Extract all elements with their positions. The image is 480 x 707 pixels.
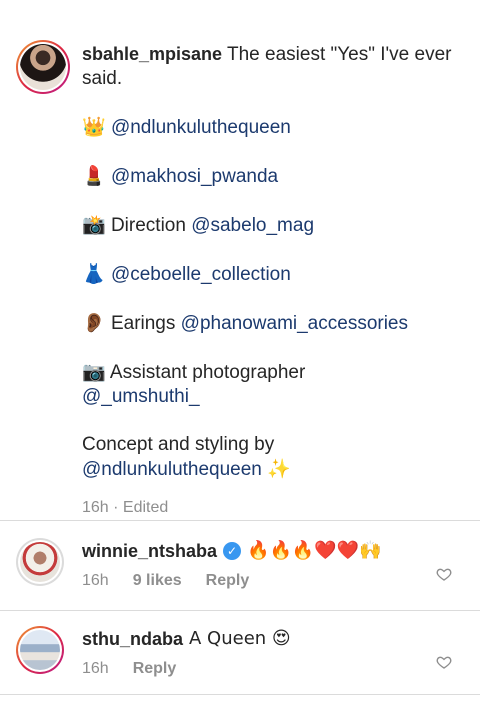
commenter-avatar[interactable]: [16, 538, 64, 586]
mention-link[interactable]: @makhosi_pwanda: [111, 166, 278, 187]
divider: [0, 694, 480, 695]
heart-outline-icon[interactable]: [436, 566, 452, 582]
comment-item: winnie_ntshaba ✓ 🔥🔥🔥❤️❤️🙌 16h 9 likes Re…: [16, 538, 476, 608]
caption-line: 👗 @ceboelle_collection: [82, 262, 462, 287]
caption-line: 📸 Direction @sabelo_mag: [82, 213, 462, 238]
mention-link[interactable]: @ndlunkuluthequeen: [111, 117, 291, 138]
top-edge-mark: ': [466, 0, 470, 10]
comment-body: sthu_ndaba A Queen 😍 16h Reply: [82, 628, 422, 678]
reply-button[interactable]: Reply: [133, 660, 177, 678]
crown-icon: 👑: [82, 116, 106, 138]
mention-link[interactable]: @ndlunkuluthequeen: [82, 459, 262, 480]
comment-time: 16h: [82, 572, 109, 589]
mention-link[interactable]: @phanowami_accessories: [181, 313, 408, 334]
mention-link[interactable]: @ceboelle_collection: [111, 264, 291, 285]
comment-body: winnie_ntshaba ✓ 🔥🔥🔥❤️❤️🙌 16h 9 likes Re…: [82, 540, 422, 590]
caption-line-prefix: Concept and styling by: [82, 434, 275, 455]
caption-meta: 16h · Edited: [82, 499, 169, 516]
dress-icon: 👗: [82, 263, 106, 285]
caption-line-prefix: Assistant photographer: [109, 362, 306, 383]
caption-line: 👂🏾 Earings @phanowami_accessories: [82, 311, 462, 336]
commenter-username[interactable]: winnie_ntshaba: [82, 540, 217, 562]
comment-text: 🔥🔥🔥❤️❤️🙌: [247, 540, 382, 561]
comment-time: 16h: [82, 660, 109, 677]
comment-item: sthu_ndaba A Queen 😍 16h Reply: [16, 626, 476, 696]
author-avatar[interactable]: [16, 40, 70, 94]
caption-line: 👑 @ndlunkuluthequeen: [82, 115, 462, 140]
divider: [0, 610, 480, 611]
caption-text: sbahle_mpisane The easiest "Yes" I've ev…: [82, 42, 462, 520]
comment-text: A Queen 😍: [189, 628, 291, 649]
author-username[interactable]: sbahle_mpisane: [82, 44, 222, 64]
caption-line: 📷 Assistant photographer @_umshuthi_: [82, 360, 462, 409]
reply-button[interactable]: Reply: [206, 572, 250, 590]
caption-line-prefix: Earings: [110, 313, 181, 334]
camera-icon: 📷: [82, 361, 106, 383]
ear-icon: 👂🏾: [82, 312, 106, 334]
comment-likes[interactable]: 9 likes: [133, 572, 182, 590]
sparkles-icon: ✨: [267, 458, 291, 480]
mention-link[interactable]: @sabelo_mag: [191, 215, 314, 236]
divider: [0, 520, 480, 521]
lipstick-icon: 💄: [82, 165, 106, 187]
verified-badge-icon: ✓: [223, 542, 242, 560]
commenter-avatar[interactable]: [16, 626, 64, 674]
commenter-username[interactable]: sthu_ndaba: [82, 628, 183, 650]
caption-line: Concept and styling by @ndlunkuluthequee…: [82, 433, 462, 482]
mention-link[interactable]: @_umshuthi_: [82, 386, 200, 407]
heart-outline-icon[interactable]: [436, 654, 452, 670]
caption-line: 💄 @makhosi_pwanda: [82, 164, 462, 189]
caption-line-prefix: Direction: [110, 215, 192, 236]
camera-flash-icon: 📸: [82, 214, 106, 236]
